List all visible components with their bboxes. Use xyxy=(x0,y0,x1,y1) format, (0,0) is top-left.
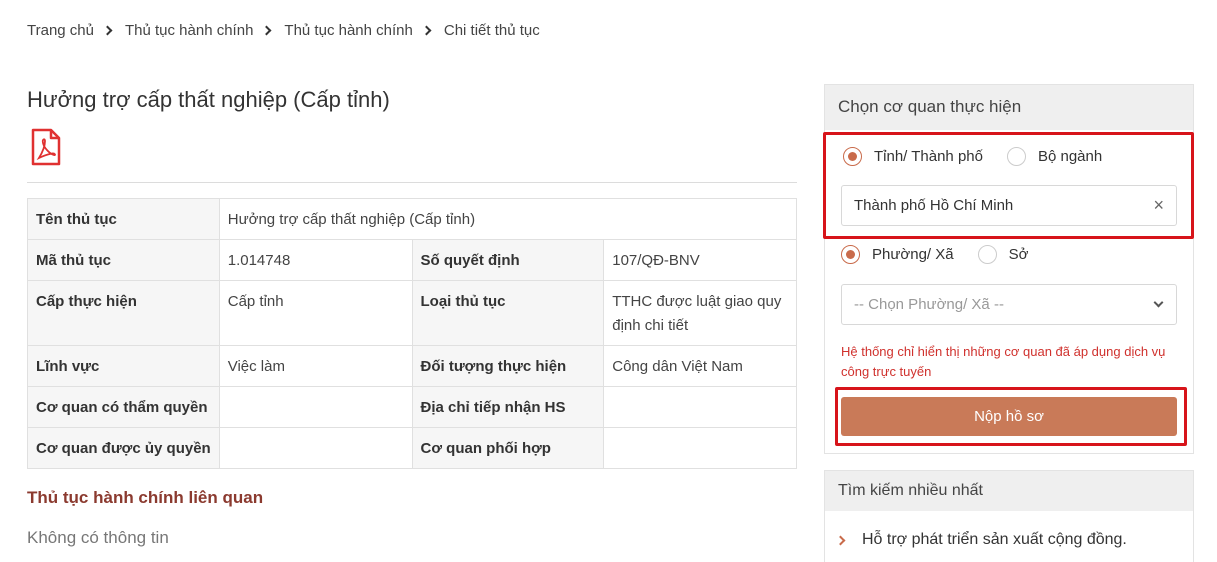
breadcrumb-procedures-2[interactable]: Thủ tục hành chính xyxy=(284,22,412,39)
value-linh-vuc: Việc làm xyxy=(218,345,413,387)
breadcrumb-home[interactable]: Trang chủ xyxy=(27,22,94,39)
radio-option-ward[interactable]: Phường/ Xã xyxy=(841,245,954,264)
label-ma-thu-tuc: Mã thủ tục xyxy=(27,239,220,281)
page-title: Hưởng trợ cấp thất nghiệp (Cấp tỉnh) xyxy=(27,87,390,112)
ward-select-placeholder: -- Chọn Phường/ Xã -- xyxy=(854,296,1004,313)
ward-select[interactable]: -- Chọn Phường/ Xã -- xyxy=(841,284,1177,325)
breadcrumb-current: Chi tiết thủ tục xyxy=(443,22,540,39)
label-cap-thuc-hien: Cấp thực hiện xyxy=(27,280,220,346)
label-so-quyet-dinh: Số quyết định xyxy=(411,239,605,281)
service-note: Hệ thống chỉ hiển thị những cơ quan đã á… xyxy=(841,344,1166,379)
sublevel-radio-group: Phường/ Xã Sở xyxy=(841,245,1052,264)
radio-checked-icon[interactable] xyxy=(841,245,860,264)
procedure-info-table: Tên thủ tục Hưởng trợ cấp thất nghiệp (C… xyxy=(27,198,798,469)
breadcrumb-procedures[interactable]: Thủ tục hành chính xyxy=(125,22,253,39)
breadcrumb: Trang chủ Thủ tục hành chính Thủ tục hàn… xyxy=(27,22,540,39)
highlight-box-submit xyxy=(835,387,1187,446)
popular-searches-heading: Tìm kiếm nhiều nhất xyxy=(825,471,1193,511)
highlight-box-province xyxy=(823,132,1194,239)
table-row: Mã thủ tục 1.014748 Số quyết định 107/QĐ… xyxy=(27,239,797,281)
label-linh-vuc: Lĩnh vực xyxy=(27,345,220,387)
label-co-quan-phoi-hop: Cơ quan phối hợp xyxy=(411,427,605,469)
value-dia-chi-tiep-nhan xyxy=(603,386,797,428)
value-doi-tuong: Công dân Việt Nam xyxy=(603,345,797,387)
label-loai-thu-tuc: Loại thủ tục xyxy=(411,280,605,346)
value-loai-thu-tuc: TTHC được luật giao quy định chi tiết xyxy=(603,280,797,346)
radio-option-department[interactable]: Sở xyxy=(977,245,1029,264)
chevron-right-icon xyxy=(102,25,113,36)
table-row: Cơ quan được ủy quyền Cơ quan phối hợp xyxy=(27,427,797,469)
popular-search-item-label: Hỗ trợ phát triển sản xuất cộng đồng. xyxy=(862,531,1127,548)
panel-heading: Chọn cơ quan thực hiện xyxy=(825,85,1193,130)
label-co-quan-tham-quyen: Cơ quan có thẩm quyền xyxy=(27,386,220,428)
value-ma-thu-tuc: 1.014748 xyxy=(218,239,413,281)
chevron-right-icon xyxy=(835,535,846,545)
table-row: Tên thủ tục Hưởng trợ cấp thất nghiệp (C… xyxy=(27,198,798,240)
radio-label-department: Sở xyxy=(1008,246,1029,263)
value-cap-thuc-hien: Cấp tỉnh xyxy=(218,280,413,346)
table-row: Cấp thực hiện Cấp tỉnh Loại thủ tục TTHC… xyxy=(27,280,797,346)
label-ten-thu-tuc: Tên thủ tục xyxy=(27,198,220,240)
label-dia-chi-tiep-nhan: Địa chỉ tiếp nhận HS xyxy=(411,386,605,428)
value-co-quan-phoi-hop xyxy=(603,427,797,469)
value-so-quyet-dinh: 107/QĐ-BNV xyxy=(603,239,797,281)
value-co-quan-uy-quyen xyxy=(218,427,413,469)
chevron-right-icon xyxy=(421,25,432,36)
divider xyxy=(27,182,797,183)
related-procedures-title: Thủ tục hành chính liên quan xyxy=(27,488,264,507)
table-row: Lĩnh vực Việc làm Đối tượng thực hiện Cô… xyxy=(27,345,797,387)
popular-search-item[interactable]: Hỗ trợ phát triển sản xuất cộng đồng. xyxy=(835,531,1127,549)
label-co-quan-uy-quyen: Cơ quan được ủy quyền xyxy=(27,427,220,469)
value-co-quan-tham-quyen xyxy=(218,386,413,428)
chevron-right-icon xyxy=(261,25,272,36)
radio-label-ward: Phường/ Xã xyxy=(872,246,954,263)
pdf-file-icon[interactable] xyxy=(31,128,61,166)
value-ten-thu-tuc: Hưởng trợ cấp thất nghiệp (Cấp tỉnh) xyxy=(218,198,798,240)
label-doi-tuong: Đối tượng thực hiện xyxy=(411,345,605,387)
related-procedures-empty: Không có thông tin xyxy=(27,528,169,547)
radio-unchecked-icon[interactable] xyxy=(977,245,997,264)
chevron-down-icon xyxy=(1153,297,1164,308)
table-row: Cơ quan có thẩm quyền Địa chỉ tiếp nhận … xyxy=(27,386,797,428)
